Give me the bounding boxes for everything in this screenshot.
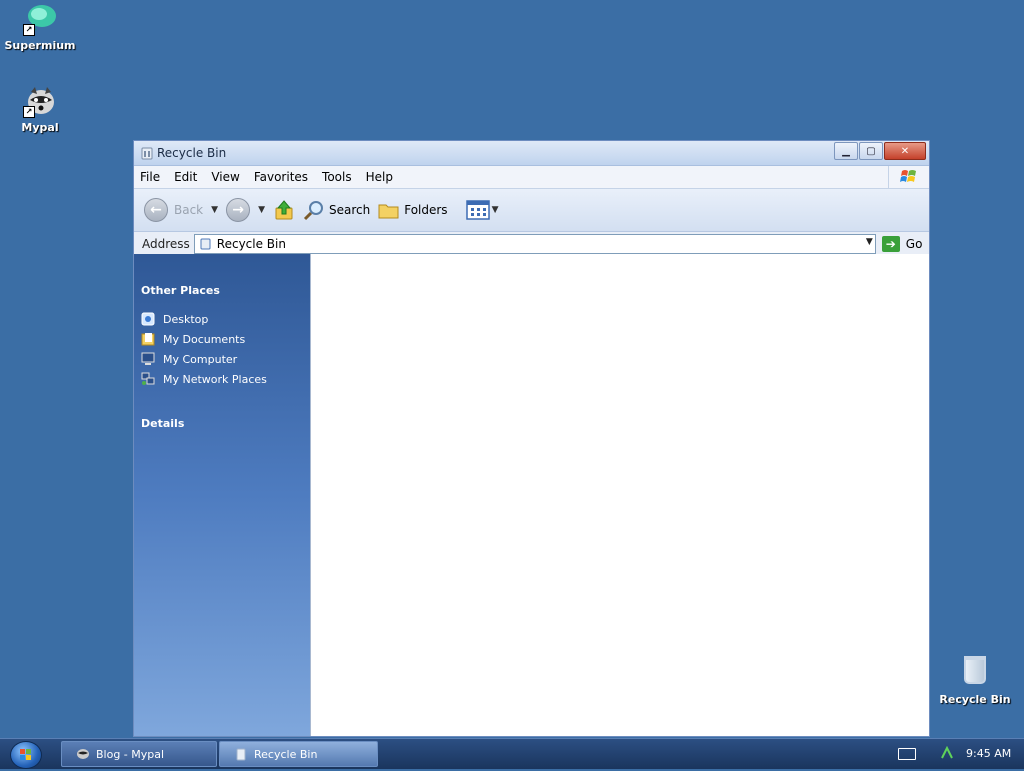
folders-button[interactable]: Folders bbox=[378, 200, 448, 220]
views-icon bbox=[465, 200, 490, 220]
taskbar: Blog - Mypal Recycle Bin 9:45 AM bbox=[0, 738, 1024, 769]
place-link-my-network-places[interactable]: My Network Places bbox=[134, 369, 310, 389]
search-label: Search bbox=[328, 203, 371, 217]
up-folder-button[interactable] bbox=[273, 199, 295, 221]
menu-favorites[interactable]: Favorites bbox=[254, 170, 308, 184]
views-dropdown-icon[interactable]: ▼ bbox=[492, 205, 499, 215]
task-pane: Other Places Desktop My Documents My Com… bbox=[134, 254, 310, 736]
address-value: Recycle Bin bbox=[216, 237, 286, 251]
menu-file[interactable]: File bbox=[140, 170, 160, 184]
toolbar: ← Back ▼ → ▼ Search Folders ▼ bbox=[134, 189, 929, 232]
address-input[interactable]: Recycle Bin ▼ bbox=[193, 234, 876, 254]
recycle-bin-small-icon bbox=[236, 748, 246, 761]
maximize-button[interactable]: ▢ bbox=[859, 142, 883, 160]
shortcut-arrow-icon: ↗ bbox=[23, 24, 35, 36]
windows-logo-icon bbox=[888, 166, 929, 188]
address-dropdown-icon[interactable]: ▼ bbox=[866, 237, 873, 247]
folders-label: Folders bbox=[404, 203, 448, 217]
menu-bar: File Edit View Favorites Tools Help bbox=[134, 166, 929, 189]
go-button[interactable]: ➔ Go bbox=[881, 236, 923, 252]
clock[interactable]: 9:45 AM bbox=[966, 747, 1011, 760]
my-computer-icon bbox=[141, 352, 155, 365]
close-button[interactable]: ✕ bbox=[884, 142, 926, 160]
desktop-icon bbox=[141, 312, 155, 326]
supermium-icon: ↗ bbox=[23, 2, 57, 36]
place-label: My Computer bbox=[163, 352, 238, 366]
mypal-raccoon-icon: ↗ bbox=[23, 84, 57, 118]
back-button[interactable]: ← Back ▼ bbox=[144, 198, 218, 222]
minimize-button[interactable]: ▁ bbox=[834, 142, 858, 160]
desktop-icon-recycle-bin[interactable]: Recycle Bin bbox=[935, 656, 1015, 706]
desktop-icon-label: Mypal bbox=[21, 121, 59, 134]
search-button[interactable]: Search bbox=[303, 199, 370, 221]
place-link-my-documents[interactable]: My Documents bbox=[134, 329, 310, 349]
start-button[interactable] bbox=[10, 741, 42, 769]
place-link-desktop[interactable]: Desktop bbox=[134, 309, 310, 329]
window-content: Other Places Desktop My Documents My Com… bbox=[134, 254, 929, 736]
back-label: Back bbox=[174, 203, 204, 217]
forward-button[interactable]: → ▼ bbox=[226, 198, 265, 222]
desktop-icon-mypal[interactable]: ↗ Mypal bbox=[0, 84, 80, 134]
recycle-bin-icon bbox=[958, 656, 992, 690]
windows-logo-icon bbox=[20, 749, 31, 760]
menu-edit[interactable]: Edit bbox=[174, 170, 197, 184]
other-places-heading[interactable]: Other Places bbox=[134, 284, 310, 297]
file-list-area[interactable] bbox=[310, 254, 929, 736]
window-title: Recycle Bin bbox=[157, 146, 227, 160]
title-bar[interactable]: Recycle Bin ▁ ▢ ✕ bbox=[134, 141, 929, 166]
menu-tools[interactable]: Tools bbox=[322, 170, 352, 184]
place-label: My Documents bbox=[163, 332, 246, 346]
go-arrow-icon: ➔ bbox=[881, 236, 900, 252]
forward-dropdown-icon[interactable]: ▼ bbox=[258, 205, 265, 215]
keyboard-icon[interactable] bbox=[898, 748, 916, 760]
recycle-bin-small-icon bbox=[141, 147, 153, 160]
minimize-icon: ▁ bbox=[842, 145, 850, 157]
views-button[interactable]: ▼ bbox=[465, 200, 499, 220]
maximize-icon: ▢ bbox=[866, 145, 876, 157]
network-icon[interactable] bbox=[940, 746, 954, 760]
place-label: Desktop bbox=[163, 312, 209, 326]
my-documents-icon bbox=[141, 333, 155, 346]
search-icon bbox=[303, 201, 323, 221]
taskbar-button-label: Blog - Mypal bbox=[96, 747, 165, 761]
mypal-raccoon-icon bbox=[77, 749, 89, 759]
taskbar-button-recycle-bin[interactable]: Recycle Bin bbox=[219, 741, 378, 767]
up-folder-icon bbox=[275, 200, 293, 220]
desktop-icon-label: Recycle Bin bbox=[939, 693, 1011, 706]
taskbar-button-label: Recycle Bin bbox=[254, 747, 318, 761]
recycle-bin-small-icon bbox=[200, 238, 211, 250]
menu-view[interactable]: View bbox=[211, 170, 239, 184]
go-label: Go bbox=[905, 237, 923, 251]
address-label: Address bbox=[142, 237, 190, 251]
forward-arrow-icon: → bbox=[226, 198, 251, 222]
explorer-window: Recycle Bin ▁ ▢ ✕ File Edit View Favorit… bbox=[133, 140, 930, 737]
taskbar-button-blog-mypal[interactable]: Blog - Mypal bbox=[61, 741, 217, 767]
my-network-places-icon bbox=[141, 372, 155, 385]
folders-icon bbox=[378, 204, 399, 219]
desktop-icon-label: Supermium bbox=[4, 39, 76, 52]
desktop-icon-supermium[interactable]: ↗ Supermium bbox=[0, 2, 80, 52]
place-label: My Network Places bbox=[163, 372, 267, 386]
place-link-my-computer[interactable]: My Computer bbox=[134, 349, 310, 369]
back-arrow-icon: ← bbox=[144, 198, 168, 222]
close-icon: ✕ bbox=[900, 145, 910, 157]
details-heading[interactable]: Details bbox=[134, 417, 310, 430]
menu-help[interactable]: Help bbox=[366, 170, 393, 184]
back-dropdown-icon[interactable]: ▼ bbox=[211, 205, 218, 215]
shortcut-arrow-icon: ↗ bbox=[23, 106, 35, 118]
